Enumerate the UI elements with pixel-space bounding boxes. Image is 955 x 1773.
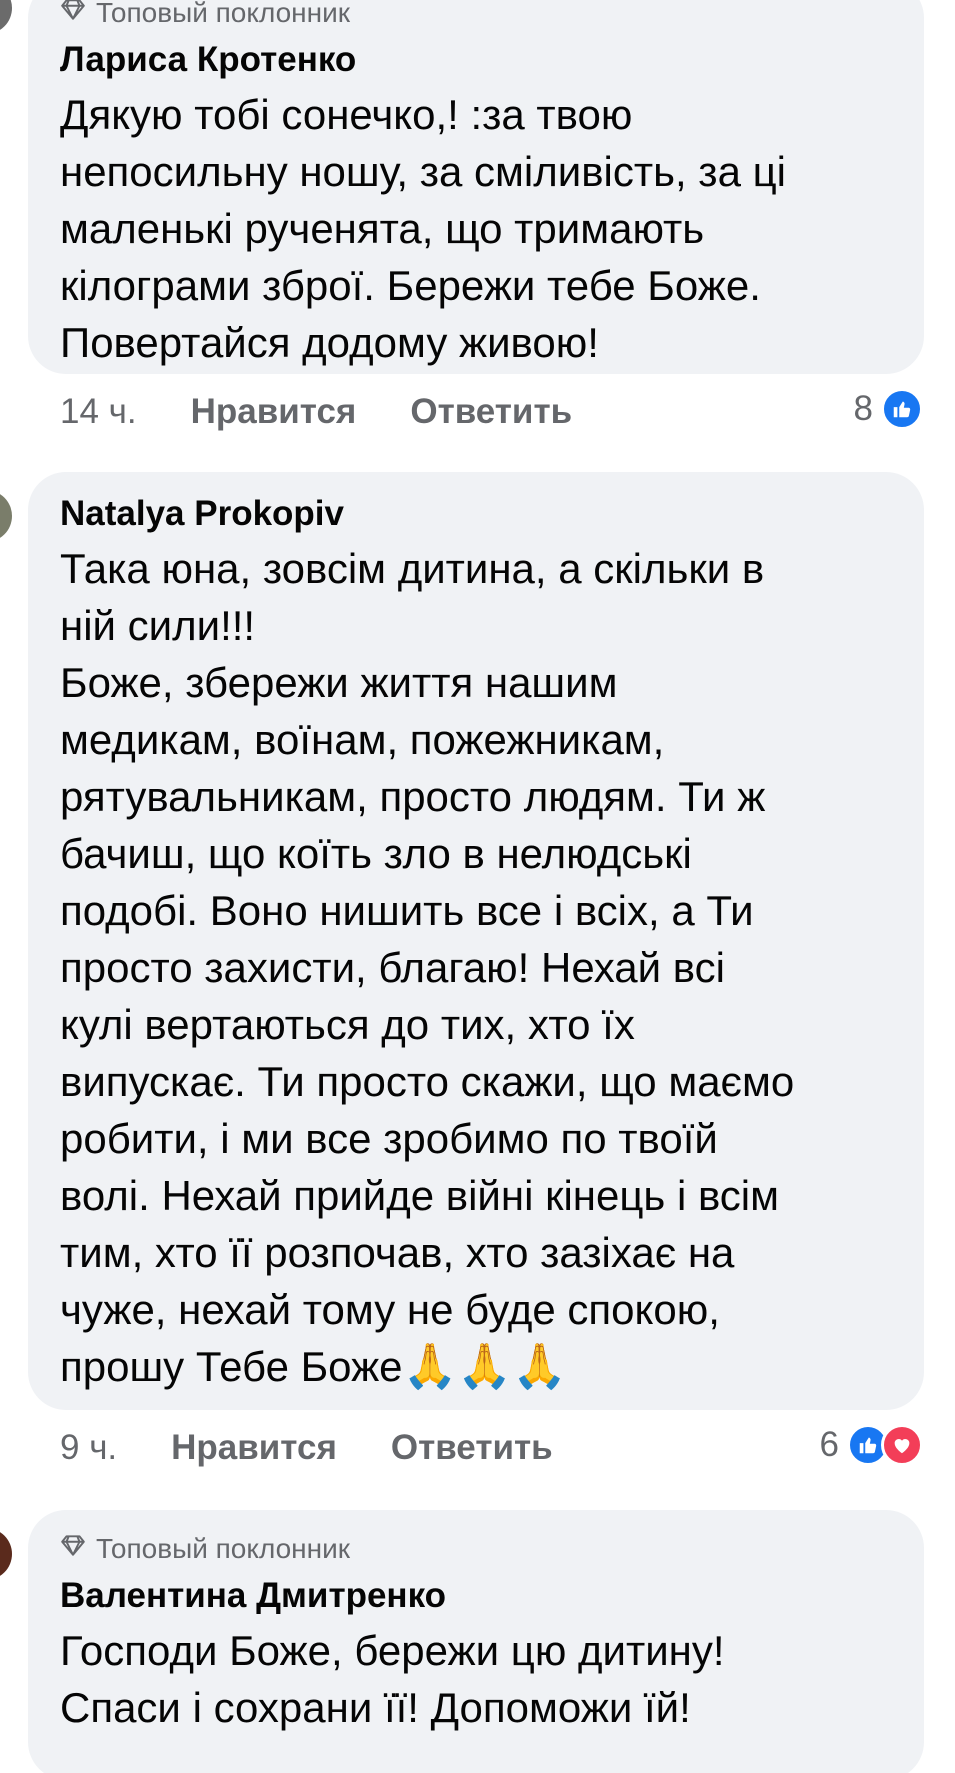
- comment-actions: 14 ч. Нравится Ответить: [60, 392, 572, 432]
- avatar[interactable]: [0, 490, 12, 542]
- like-button[interactable]: Нравится: [171, 1428, 337, 1468]
- reply-button[interactable]: Ответить: [391, 1428, 553, 1468]
- comment-bubble: Топовый поклонник Лариса Кротенко Дякую …: [28, 0, 924, 374]
- comment-text: Дякую тобі сонечко,! :за твою непосильну…: [60, 91, 786, 366]
- like-button[interactable]: Нравится: [191, 392, 357, 432]
- diamond-icon: [60, 0, 86, 30]
- avatar[interactable]: [0, 0, 12, 34]
- top-fan-badge: Топовый поклонник: [60, 0, 898, 30]
- comment-author[interactable]: Лариса Кротенко: [60, 38, 898, 82]
- reaction-count: 8: [853, 389, 873, 428]
- comment-text: Господи Боже, бережи цю дитину! Спаси і …: [60, 1627, 725, 1731]
- reaction-count: 6: [819, 1425, 839, 1464]
- comment-time[interactable]: 9 ч.: [60, 1428, 117, 1468]
- comment-text: Така юна, зовсім дитина, а скільки в ній…: [60, 540, 898, 1395]
- comment-bubble: Natalya Prokopiv Така юна, зовсім дитина…: [28, 472, 924, 1410]
- reaction-summary[interactable]: 6: [820, 1424, 923, 1466]
- reply-button[interactable]: Ответить: [410, 392, 572, 432]
- diamond-icon: [60, 1532, 86, 1566]
- love-icon: [881, 1424, 923, 1466]
- reaction-summary[interactable]: 8: [854, 388, 923, 430]
- comment-author[interactable]: Валентина Дмитренко: [60, 1574, 898, 1618]
- praying-hands-emoji: 🙏🙏🙏: [402, 1342, 567, 1391]
- like-icon: [881, 388, 923, 430]
- badge-label: Топовый поклонник: [96, 1533, 350, 1564]
- top-fan-badge: Топовый поклонник: [60, 1532, 898, 1566]
- comment-bubble: Топовый поклонник Валентина Дмитренко Го…: [28, 1510, 924, 1773]
- badge-label: Топовый поклонник: [96, 0, 350, 28]
- comment-author[interactable]: Natalya Prokopiv: [60, 492, 898, 536]
- comments-feed: Топовый поклонник Лариса Кротенко Дякую …: [0, 0, 955, 1773]
- comment-text-body: Така юна, зовсім дитина, а скільки в ній…: [60, 545, 795, 1390]
- avatar[interactable]: [0, 1528, 12, 1580]
- comment-actions: 9 ч. Нравится Ответить: [60, 1428, 553, 1468]
- comment-time[interactable]: 14 ч.: [60, 392, 137, 432]
